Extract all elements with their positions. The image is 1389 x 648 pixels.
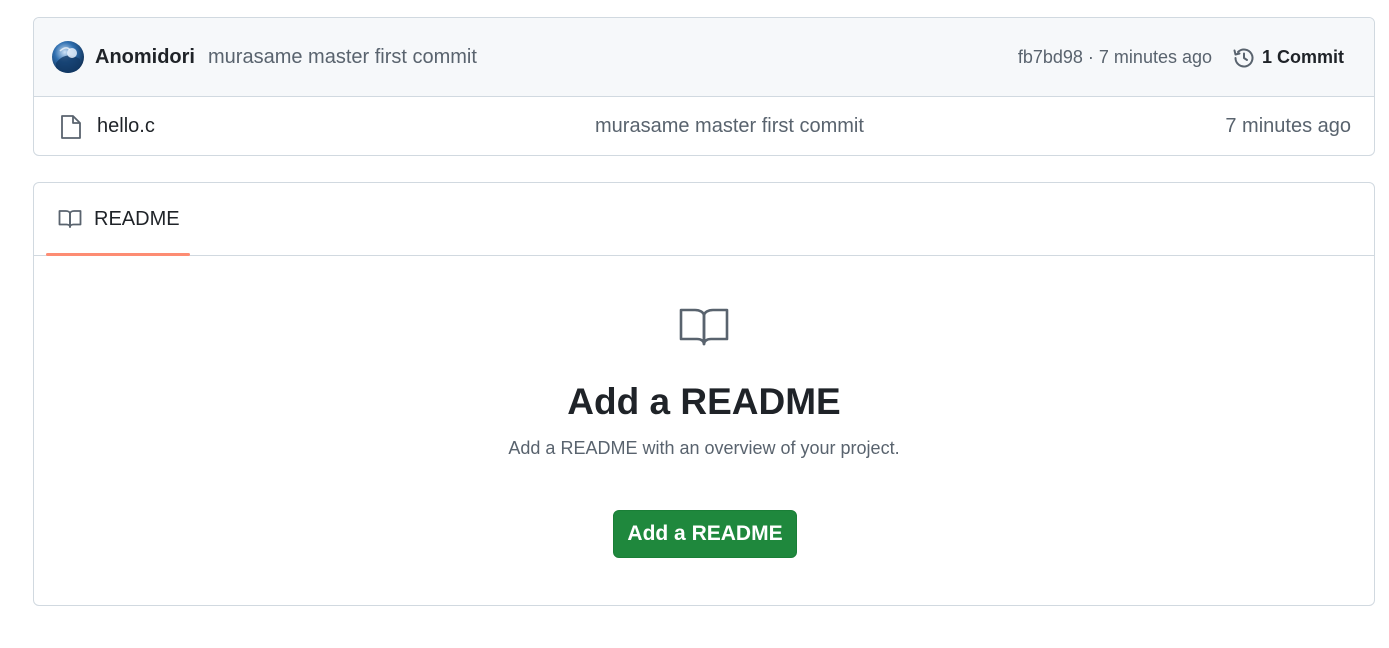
- commit-meta: fb7bd98 · 7 minutes ago: [1018, 18, 1212, 97]
- tab-readme[interactable]: README: [46, 183, 190, 255]
- commit-age: 7 minutes ago: [1098, 47, 1212, 67]
- commit-message[interactable]: murasame master first commit: [208, 46, 477, 69]
- file-row: hello.c murasame master first commit 7 m…: [34, 97, 1374, 155]
- commit-hash[interactable]: fb7bd98: [1018, 47, 1083, 68]
- readme-panel: README Add a README Add a README with an…: [33, 182, 1375, 606]
- commit-history-link[interactable]: 1 Commit: [1232, 18, 1344, 97]
- history-icon: [1233, 48, 1254, 67]
- file-listing: Anomidori murasame master first commit f…: [33, 17, 1375, 156]
- book-icon: [58, 210, 82, 228]
- tab-readme-label: README: [94, 207, 180, 230]
- readme-tab-bar: README: [34, 183, 1374, 256]
- empty-state-description: Add a README with an overview of your pr…: [508, 438, 900, 458]
- commit-count-label: 1 Commit: [1261, 47, 1344, 67]
- avatar[interactable]: [52, 41, 84, 73]
- empty-state-title: Add a README: [567, 381, 841, 422]
- add-readme-button[interactable]: Add a README: [613, 510, 797, 558]
- active-tab-indicator: [46, 253, 190, 256]
- file-name-link[interactable]: hello.c: [97, 115, 155, 138]
- latest-commit-bar: Anomidori murasame master first commit f…: [34, 18, 1374, 97]
- commit-author[interactable]: Anomidori: [95, 46, 195, 69]
- meta-separator: ·: [1082, 47, 1099, 67]
- book-icon: [679, 307, 729, 352]
- file-commit-message[interactable]: murasame master first commit: [595, 115, 864, 138]
- file-icon: [60, 114, 82, 145]
- file-age: 7 minutes ago: [1225, 114, 1351, 137]
